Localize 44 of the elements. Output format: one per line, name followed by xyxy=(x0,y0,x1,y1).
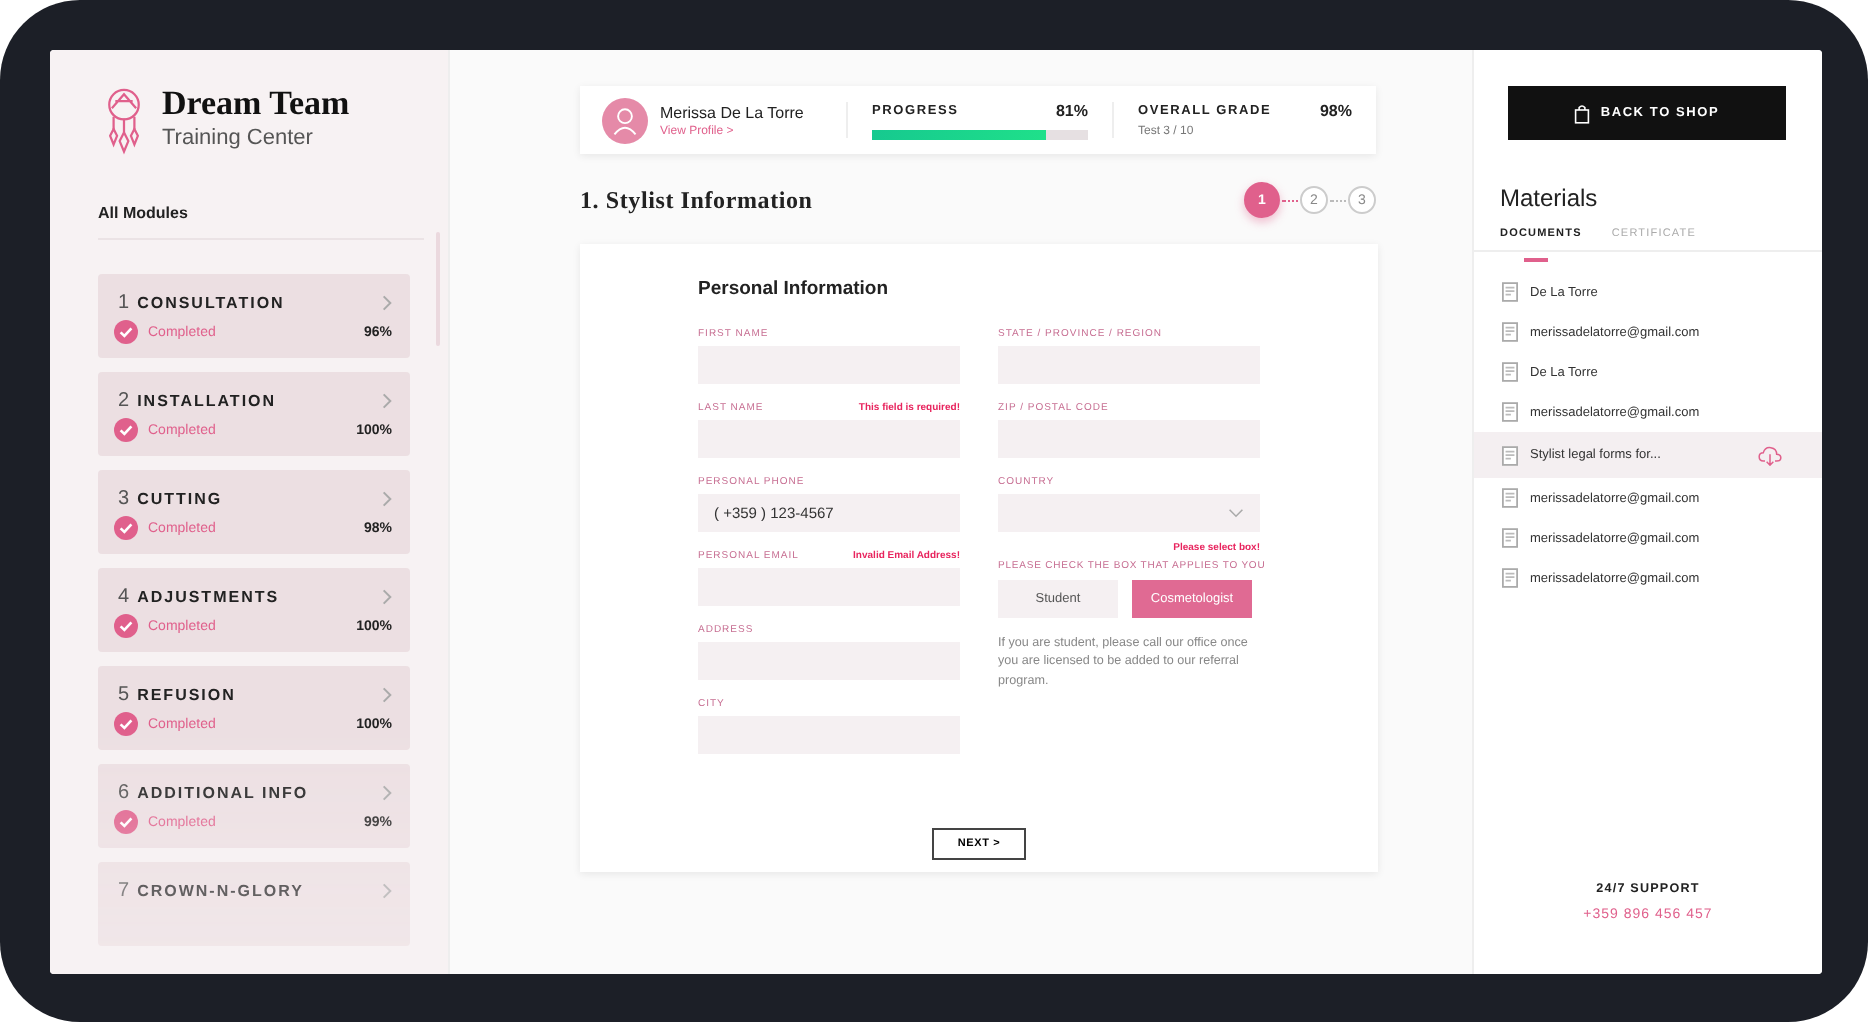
module-title: ADDITIONAL INFO xyxy=(137,784,311,802)
form-title: Personal Information xyxy=(698,278,891,300)
module-number: 7 xyxy=(118,880,130,902)
cloud-download-icon[interactable] xyxy=(1758,445,1782,465)
module-number: 6 xyxy=(118,782,130,804)
document-icon xyxy=(1502,528,1518,548)
module-number: 4 xyxy=(118,586,130,608)
document-icon xyxy=(1502,322,1518,342)
document-icon xyxy=(1502,282,1518,302)
grade-value: 98% xyxy=(1319,102,1352,120)
chevron-right-icon xyxy=(382,392,392,410)
brand-subtitle: Training Center xyxy=(162,126,315,150)
module-title: ADJUSTMENTS xyxy=(137,588,282,606)
module-card[interactable]: 7 CROWN-N-GLORY xyxy=(98,862,410,946)
chevron-down-icon xyxy=(1228,508,1244,518)
module-number: 2 xyxy=(118,390,130,412)
document-icon xyxy=(1502,488,1518,508)
module-title: CONSULTATION xyxy=(137,294,287,312)
module-number: 3 xyxy=(118,488,130,510)
shopping-bag-icon xyxy=(1574,103,1591,123)
modules-heading: All Modules xyxy=(98,204,424,240)
chevron-right-icon xyxy=(382,882,392,900)
module-number: 1 xyxy=(118,292,130,314)
module-title: INSTALLATION xyxy=(137,392,279,410)
avatar-icon xyxy=(602,97,648,143)
module-title: REFUSION xyxy=(137,686,238,704)
chevron-right-icon xyxy=(382,294,392,312)
document-icon xyxy=(1502,568,1518,588)
module-title: CUTTING xyxy=(137,490,225,508)
country-dropdown[interactable] xyxy=(998,494,1260,532)
document-icon xyxy=(1502,362,1518,382)
chevron-right-icon xyxy=(382,490,392,508)
materials-title: Materials xyxy=(1500,184,1600,212)
user-name: Merissa De La Torre xyxy=(660,103,804,121)
document-icon xyxy=(1502,402,1518,422)
progress-value: 81% xyxy=(1055,101,1088,119)
page-title: 1. Stylist Information xyxy=(580,185,813,215)
brand-title: Dream Team xyxy=(162,86,350,122)
chevron-right-icon xyxy=(382,588,392,606)
document-icon xyxy=(1502,445,1518,465)
chevron-right-icon xyxy=(382,686,392,704)
module-title: CROWN-N-GLORY xyxy=(137,882,306,900)
chevron-right-icon xyxy=(382,784,392,802)
module-number: 5 xyxy=(118,684,130,706)
